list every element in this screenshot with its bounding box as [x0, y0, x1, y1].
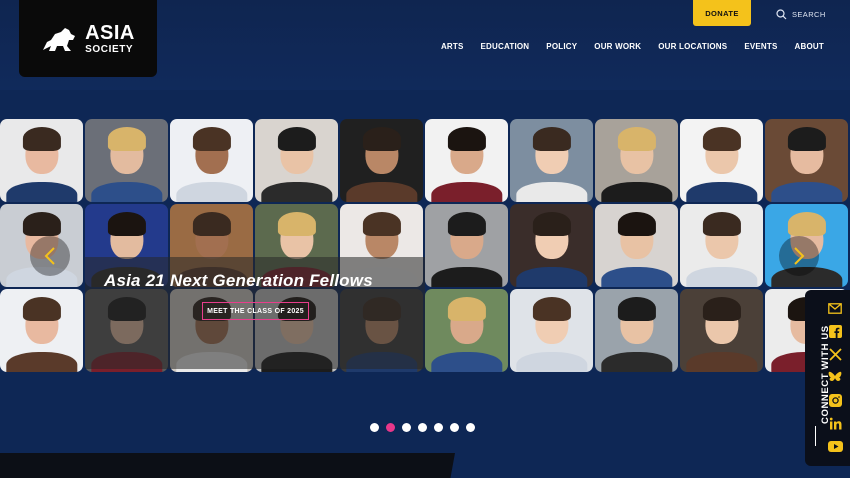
fellow-portrait: [0, 289, 83, 372]
search-icon: [776, 9, 787, 20]
instagram-icon[interactable]: [827, 392, 843, 408]
fellow-portrait: [595, 289, 678, 372]
linkedin-icon[interactable]: [827, 415, 843, 431]
x-icon[interactable]: [827, 346, 843, 362]
facebook-icon[interactable]: [827, 323, 843, 339]
nav-our-work[interactable]: OUR WORK: [594, 42, 641, 51]
carousel-dot[interactable]: [386, 423, 395, 432]
next-section-panel: [0, 453, 455, 478]
fellow-portrait: [595, 204, 678, 287]
asia-society-logo[interactable]: ASIA SOCIETY: [19, 0, 157, 77]
donate-button[interactable]: DONATE: [693, 0, 751, 26]
chevron-left-icon: [44, 247, 55, 265]
fellow-portrait: [765, 119, 848, 202]
site-header: ASIA SOCIETY DONATE SEARCH ARTS EDUCATIO…: [0, 0, 850, 90]
fellow-portrait: [680, 289, 763, 372]
meet-class-button[interactable]: MEET THE CLASS OF 2025: [202, 302, 309, 320]
fellow-portrait: [170, 119, 253, 202]
mail-icon[interactable]: [827, 300, 843, 316]
nav-about[interactable]: ABOUT: [795, 42, 824, 51]
fellow-portrait: [595, 119, 678, 202]
hero-title: Asia 21 Next Generation Fellows: [104, 271, 373, 290]
carousel-dot[interactable]: [434, 423, 443, 432]
fellow-portrait: [0, 119, 83, 202]
carousel-next-button[interactable]: [779, 236, 819, 276]
fellow-portrait: [425, 119, 508, 202]
search-label: SEARCH: [792, 10, 826, 19]
fellow-portrait: [255, 119, 338, 202]
rail-divider: [815, 426, 816, 446]
logo-line-2: SOCIETY: [85, 43, 134, 55]
carousel-dot[interactable]: [450, 423, 459, 432]
nav-education[interactable]: EDUCATION: [481, 42, 530, 51]
nav-arts[interactable]: ARTS: [441, 42, 464, 51]
nav-events[interactable]: EVENTS: [744, 42, 777, 51]
carousel-prev-button[interactable]: [30, 236, 70, 276]
carousel-dots: [370, 423, 475, 432]
fellow-portrait: [425, 204, 508, 287]
fellow-portrait: [340, 119, 423, 202]
carousel-dot[interactable]: [418, 423, 427, 432]
fellow-portrait: [680, 119, 763, 202]
bluesky-icon[interactable]: [827, 369, 843, 385]
fellow-portrait: [510, 204, 593, 287]
fellow-portrait: [510, 119, 593, 202]
carousel-dot[interactable]: [370, 423, 379, 432]
fellow-portrait: [425, 289, 508, 372]
carousel-dot[interactable]: [466, 423, 475, 432]
fellow-portrait: [680, 204, 763, 287]
nav-our-locations[interactable]: OUR LOCATIONS: [658, 42, 727, 51]
logo-line-1: ASIA: [85, 21, 135, 44]
search-button[interactable]: SEARCH: [776, 9, 826, 20]
chevron-right-icon: [794, 247, 805, 265]
nav-policy[interactable]: POLICY: [546, 42, 577, 51]
main-nav: ARTS EDUCATION POLICY OUR WORK OUR LOCAT…: [441, 42, 824, 51]
youtube-icon[interactable]: [827, 438, 843, 454]
logo-wordmark: ASIA SOCIETY: [85, 23, 135, 55]
fellow-portrait: [85, 119, 168, 202]
social-rail: CONNECT WITH US: [805, 290, 850, 466]
carousel-dot[interactable]: [402, 423, 411, 432]
fellow-portrait: [510, 289, 593, 372]
lion-logo-icon: [43, 27, 76, 51]
